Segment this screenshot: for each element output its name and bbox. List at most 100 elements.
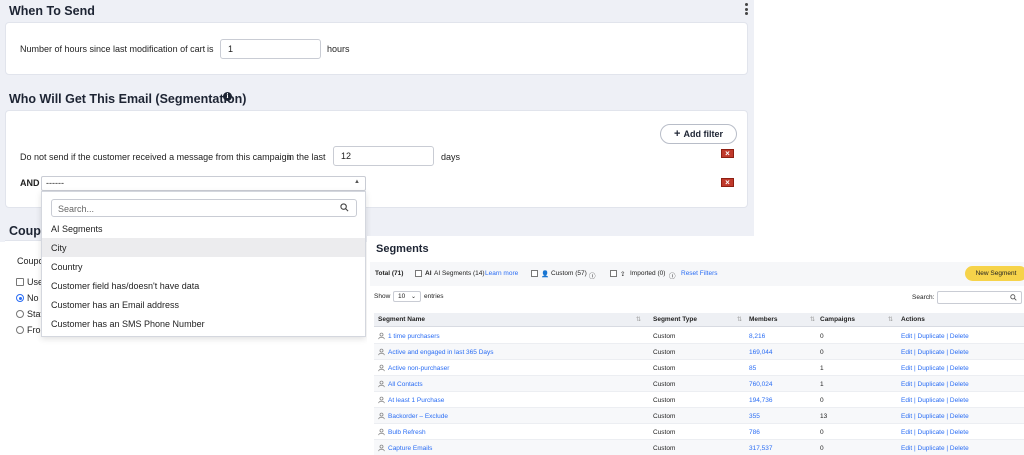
dropdown-option[interactable]: AI Segments: [42, 219, 365, 238]
filter-dropdown: Search... AI Segments City Country Custo…: [41, 191, 366, 337]
imported-filter-checkbox[interactable]: [610, 270, 617, 277]
info-icon[interactable]: i: [223, 92, 232, 101]
members-link[interactable]: 8,216: [749, 333, 765, 340]
campaigns-count: 1: [820, 365, 824, 372]
dropdown-option[interactable]: City: [42, 238, 365, 257]
show-label: Show: [374, 293, 391, 300]
is-label: is: [207, 44, 214, 54]
row-actions[interactable]: Edit | Duplicate | Delete: [901, 333, 969, 340]
help-icon[interactable]: ⓘ: [669, 270, 676, 280]
delete-filter-icon[interactable]: ×: [721, 178, 734, 187]
segment-name-link[interactable]: Active and engaged in last 365 Days: [388, 349, 494, 356]
segments-panel: Segments Total (71) AI AI Segments (14) …: [367, 236, 1024, 455]
col-campaigns[interactable]: Campaigns: [820, 316, 855, 323]
segment-type: Custom: [653, 397, 676, 404]
campaigns-count: 0: [820, 333, 824, 340]
members-link[interactable]: 355: [749, 413, 760, 420]
dropdown-search-input[interactable]: Search...: [51, 199, 357, 217]
days-input[interactable]: [333, 146, 434, 166]
person-icon: [378, 380, 385, 388]
row-actions[interactable]: Edit | Duplicate | Delete: [901, 365, 969, 372]
ai-filter-label: AI Segments (14): [434, 270, 485, 277]
person-icon: [378, 364, 385, 372]
row-actions[interactable]: Edit | Duplicate | Delete: [901, 445, 969, 452]
sort-icon[interactable]: ⇅: [636, 316, 641, 323]
filter-select[interactable]: ------ ▲: [41, 176, 366, 191]
static-coupon-radio[interactable]: [16, 310, 24, 318]
sort-icon[interactable]: ⇅: [810, 316, 815, 323]
segment-name-link[interactable]: Bulb Refresh: [388, 429, 426, 436]
entries-select[interactable]: 10 ⌄: [393, 291, 421, 302]
segmentation-title: Who Will Get This Email (Segmentation): [9, 92, 247, 106]
members-link[interactable]: 169,044: [749, 349, 773, 356]
table-row: All Contacts Custom 760,024 1 Edit | Duplica…: [374, 376, 1024, 392]
segment-type: Custom: [653, 413, 676, 420]
row-actions[interactable]: Edit | Duplicate | Delete: [901, 397, 969, 404]
coupon-label: Coupo: [17, 256, 44, 266]
segment-name-link[interactable]: All Contacts: [388, 381, 423, 388]
segment-search-input[interactable]: [937, 291, 1022, 304]
person-icon: [378, 444, 385, 452]
new-segment-button[interactable]: New Segment: [965, 266, 1024, 281]
members-link[interactable]: 85: [749, 365, 756, 372]
sort-icon[interactable]: ⇅: [737, 316, 742, 323]
col-segment-name[interactable]: Segment Name: [378, 316, 425, 323]
segment-name-link[interactable]: At least 1 Purchase: [388, 397, 444, 404]
segment-type: Custom: [653, 365, 676, 372]
members-link[interactable]: 760,024: [749, 381, 773, 388]
segments-title: Segments: [376, 243, 429, 255]
dropdown-option[interactable]: Customer field has/doesn't have data: [42, 276, 365, 295]
help-icon[interactable]: ⓘ: [589, 270, 596, 280]
dropdown-option[interactable]: Customer has an SMS Phone Number: [42, 314, 365, 333]
add-filter-button[interactable]: + Add filter: [660, 124, 737, 144]
and-label: AND: [20, 178, 40, 188]
person-icon: 👤: [541, 271, 550, 278]
row-actions[interactable]: Edit | Duplicate | Delete: [901, 413, 969, 420]
person-icon: [378, 348, 385, 356]
segment-name-link[interactable]: Capture Emails: [388, 445, 432, 452]
segment-type: Custom: [653, 381, 676, 388]
from-coupon-radio[interactable]: [16, 326, 24, 334]
table-row: Bulb Refresh Custom 786 0 Edit | Duplicate |…: [374, 424, 1024, 440]
delete-condition-icon[interactable]: ×: [721, 149, 734, 158]
plus-icon: +: [674, 128, 681, 140]
campaigns-count: 13: [820, 413, 828, 420]
segment-type: Custom: [653, 349, 676, 356]
no-coupon-radio[interactable]: [16, 294, 24, 302]
campaigns-count: 0: [820, 397, 824, 404]
when-to-send-title: When To Send: [9, 4, 95, 18]
members-link[interactable]: 786: [749, 429, 760, 436]
person-icon: [378, 396, 385, 404]
row-actions[interactable]: Edit | Duplicate | Delete: [901, 429, 969, 436]
ai-filter-checkbox[interactable]: [415, 270, 422, 277]
table-row: Capture Emails Custom 317,537 0 Edit | Dupli…: [374, 440, 1024, 455]
row-actions[interactable]: Edit | Duplicate | Delete: [901, 381, 969, 388]
condition-label: Do not send if the customer received a m…: [20, 152, 292, 162]
segment-filter-bar: Total (71) AI AI Segments (14) Learn mor…: [370, 262, 1024, 286]
hours-label: Number of hours since last modification …: [20, 44, 206, 54]
segment-name-link[interactable]: Active non-purchaser: [388, 365, 449, 372]
col-actions: Actions: [901, 316, 925, 323]
col-segment-type[interactable]: Segment Type: [653, 316, 697, 323]
segment-name-link[interactable]: Backorder – Exclude: [388, 413, 448, 420]
table-row: Backorder – Exclude Custom 355 13 Edit | Dup…: [374, 408, 1024, 424]
members-link[interactable]: 317,537: [749, 445, 773, 452]
custom-filter-checkbox[interactable]: [531, 270, 538, 277]
coupon-title: Coup: [9, 224, 41, 238]
reset-filters-link[interactable]: Reset Filters: [681, 270, 717, 277]
sort-icon[interactable]: ⇅: [888, 316, 893, 323]
hours-input[interactable]: [220, 39, 321, 59]
col-members[interactable]: Members: [749, 316, 778, 323]
more-options-icon[interactable]: [743, 3, 749, 17]
dropdown-option[interactable]: Country: [42, 257, 365, 276]
segment-name-link[interactable]: 1 time purchasers: [388, 333, 440, 340]
segment-type: Custom: [653, 445, 676, 452]
members-link[interactable]: 194,736: [749, 397, 773, 404]
learn-more-link[interactable]: Learn more: [485, 270, 518, 277]
table-row: At least 1 Purchase Custom 194,736 0 Edit | …: [374, 392, 1024, 408]
custom-filter-label: Custom (57): [551, 270, 587, 277]
upload-icon: ⇪: [620, 271, 626, 278]
use-coupon-checkbox[interactable]: [16, 278, 24, 286]
dropdown-option[interactable]: Customer has an Email address: [42, 295, 365, 314]
row-actions[interactable]: Edit | Duplicate | Delete: [901, 349, 969, 356]
